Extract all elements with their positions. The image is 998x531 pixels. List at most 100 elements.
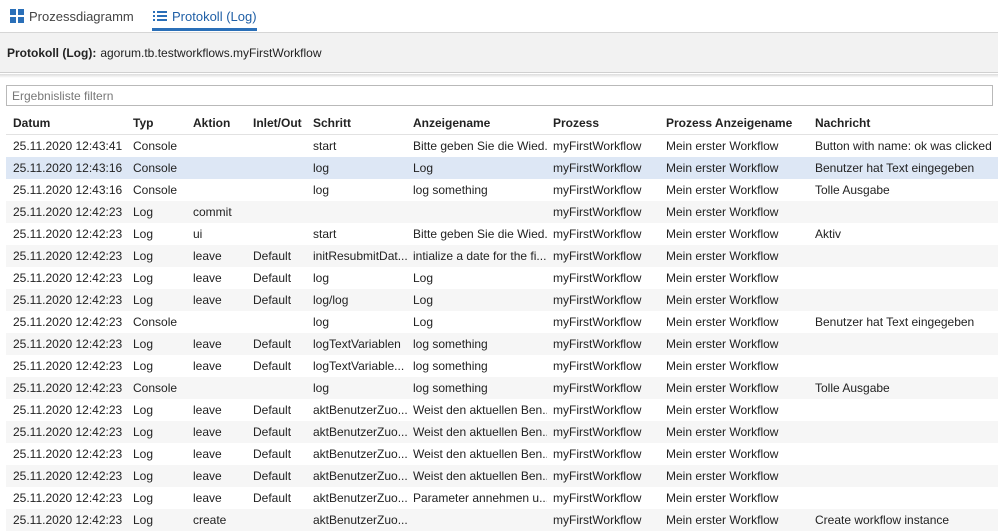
table-row[interactable]: 25.11.2020 12:42:23 Log leave Default log/lo…	[6, 289, 998, 311]
cell-datum: 25.11.2020 12:42:23	[13, 425, 123, 439]
tab-protokoll-log[interactable]: Protokoll (Log)	[152, 0, 257, 32]
header-shadow-divider	[0, 74, 998, 78]
cell-schritt: log	[313, 315, 330, 329]
cell-prozess-anzeigename: Mein erster Workflow	[666, 403, 779, 417]
table-row[interactable]: 25.11.2020 12:42:23 Log leave Default aktBen…	[6, 465, 998, 487]
cell-aktion	[193, 311, 251, 333]
table-row[interactable]: 25.11.2020 12:42:23 Log leave Default logTex…	[6, 355, 998, 377]
cell-datum: 25.11.2020 12:42:23	[13, 469, 123, 483]
table-row[interactable]: 25.11.2020 12:42:23 Log leave Default initRe…	[6, 245, 998, 267]
table-row[interactable]: 25.11.2020 12:42:23 Console log Log myFirstW…	[6, 311, 998, 333]
cell-aktion: leave	[193, 403, 222, 417]
cell-anzeigename: Weist den aktuellen Ben...	[413, 403, 547, 417]
column-header-anzeigename[interactable]: Anzeigename	[413, 112, 547, 134]
cell-nachricht	[815, 443, 995, 465]
cell-anzeigename: Bitte geben Sie die Wied...	[413, 139, 547, 153]
column-header-datum[interactable]: Datum	[13, 112, 131, 134]
tab-label: Protokoll (Log)	[172, 8, 257, 24]
cell-datum: 25.11.2020 12:43:16	[13, 183, 123, 197]
cell-prozess: myFirstWorkflow	[553, 491, 642, 505]
cell-typ: Log	[133, 249, 154, 263]
cell-nachricht: Tolle Ausgabe	[815, 183, 890, 197]
result-filter-input[interactable]	[6, 85, 993, 106]
cell-prozess: myFirstWorkflow	[553, 381, 642, 395]
cell-prozess-anzeigename: Mein erster Workflow	[666, 381, 779, 395]
table-row[interactable]: 25.11.2020 12:42:23 Log leave Default aktBen…	[6, 421, 998, 443]
cell-anzeigename	[413, 201, 547, 223]
cell-anzeigename: Log	[413, 161, 434, 175]
cell-inlet-out: Default	[253, 447, 292, 461]
cell-prozess: myFirstWorkflow	[553, 315, 642, 329]
table-row[interactable]: 25.11.2020 12:42:23 Log leave Default log Log…	[6, 267, 998, 289]
cell-nachricht	[815, 267, 995, 289]
cell-schritt: logTextVariablen	[313, 337, 401, 351]
cell-prozess: myFirstWorkflow	[553, 403, 642, 417]
cell-typ: Log	[133, 447, 154, 461]
table-row[interactable]: 25.11.2020 12:42:23 Console log log somethi…	[6, 377, 998, 399]
cell-datum: 25.11.2020 12:42:23	[13, 293, 123, 307]
cell-datum: 25.11.2020 12:42:23	[13, 249, 123, 263]
column-header-prozess-anzeigename[interactable]: Prozess Anzeigename	[666, 112, 812, 134]
table-row[interactable]: 25.11.2020 12:42:23 Log create aktBenutzerZ…	[6, 509, 998, 531]
cell-prozess: myFirstWorkflow	[553, 337, 642, 351]
cell-schritt: aktBenutzerZuo...	[313, 491, 408, 505]
cell-inlet-out: Default	[253, 293, 292, 307]
cell-typ: Console	[133, 381, 178, 395]
cell-datum: 25.11.2020 12:42:23	[13, 491, 123, 505]
cell-anzeigename: Log	[413, 315, 434, 329]
tab-prozessdiagramm[interactable]: Prozessdiagramm	[9, 0, 134, 32]
cell-inlet-out: Default	[253, 425, 292, 439]
column-header-schritt[interactable]: Schritt	[313, 112, 409, 134]
cell-anzeigename: log something	[413, 337, 488, 351]
table-row[interactable]: 25.11.2020 12:42:23 Log leave Default aktBen…	[6, 487, 998, 509]
cell-nachricht: Button with name: ok was clicked	[815, 139, 992, 153]
cell-anzeigename: Weist den aktuellen Ben...	[413, 447, 547, 461]
cell-aktion: ui	[193, 227, 203, 241]
cell-datum: 25.11.2020 12:43:41	[13, 139, 123, 153]
table-body: 25.11.2020 12:43:41 Console start Bitte geb…	[6, 135, 998, 531]
cell-schritt: log	[313, 381, 330, 395]
cell-inlet-out: Default	[253, 491, 292, 505]
column-header-typ[interactable]: Typ	[133, 112, 191, 134]
cell-prozess-anzeigename: Mein erster Workflow	[666, 183, 779, 197]
cell-inlet-out: Default	[253, 337, 292, 351]
table-row[interactable]: 25.11.2020 12:42:23 Log leave Default aktBen…	[6, 399, 998, 421]
table-row[interactable]: 25.11.2020 12:43:41 Console start Bitte geb…	[6, 135, 998, 157]
cell-nachricht	[815, 201, 995, 223]
cell-prozess-anzeigename: Mein erster Workflow	[666, 491, 779, 505]
cell-anzeigename: Weist den aktuellen Ben...	[413, 425, 547, 439]
cell-inlet-out: Default	[253, 249, 292, 263]
cell-anzeigename: Log	[413, 293, 434, 307]
cell-nachricht: Create workflow instance	[815, 513, 950, 527]
cell-prozess-anzeigename: Mein erster Workflow	[666, 513, 779, 527]
cell-typ: Log	[133, 469, 154, 483]
cell-nachricht	[815, 421, 995, 443]
cell-aktion: commit	[193, 205, 232, 219]
column-header-inlet-out[interactable]: Inlet/Out	[253, 112, 311, 134]
table-row[interactable]: 25.11.2020 12:42:23 Log commit myFirstWorkf…	[6, 201, 998, 223]
table-row[interactable]: 25.11.2020 12:42:23 Log leave Default logTex…	[6, 333, 998, 355]
column-header-prozess[interactable]: Prozess	[553, 112, 663, 134]
cell-typ: Console	[133, 161, 178, 175]
cell-nachricht	[815, 245, 995, 267]
cell-nachricht	[815, 333, 995, 355]
cell-aktion: leave	[193, 249, 222, 263]
table-row[interactable]: 25.11.2020 12:42:23 Log ui start Bitte geben…	[6, 223, 998, 245]
cell-prozess: myFirstWorkflow	[553, 249, 642, 263]
cell-aktion: leave	[193, 337, 222, 351]
cell-aktion: leave	[193, 491, 222, 505]
cell-datum: 25.11.2020 12:42:23	[13, 403, 123, 417]
column-header-nachricht[interactable]: Nachricht	[815, 112, 995, 134]
cell-datum: 25.11.2020 12:42:23	[13, 381, 123, 395]
cell-anzeigename: Log	[413, 271, 434, 285]
cell-aktion	[193, 377, 251, 399]
table-row[interactable]: 25.11.2020 12:43:16 Console log Log myFirstW…	[6, 157, 998, 179]
cell-typ: Console	[133, 315, 178, 329]
cell-aktion: leave	[193, 359, 222, 373]
cell-typ: Console	[133, 139, 178, 153]
table-row[interactable]: 25.11.2020 12:42:23 Log leave Default aktBen…	[6, 443, 998, 465]
cell-schritt: aktBenutzerZuo...	[313, 513, 408, 527]
cell-aktion: leave	[193, 469, 222, 483]
table-row[interactable]: 25.11.2020 12:43:16 Console log log somethi…	[6, 179, 998, 201]
column-header-aktion[interactable]: Aktion	[193, 112, 251, 134]
